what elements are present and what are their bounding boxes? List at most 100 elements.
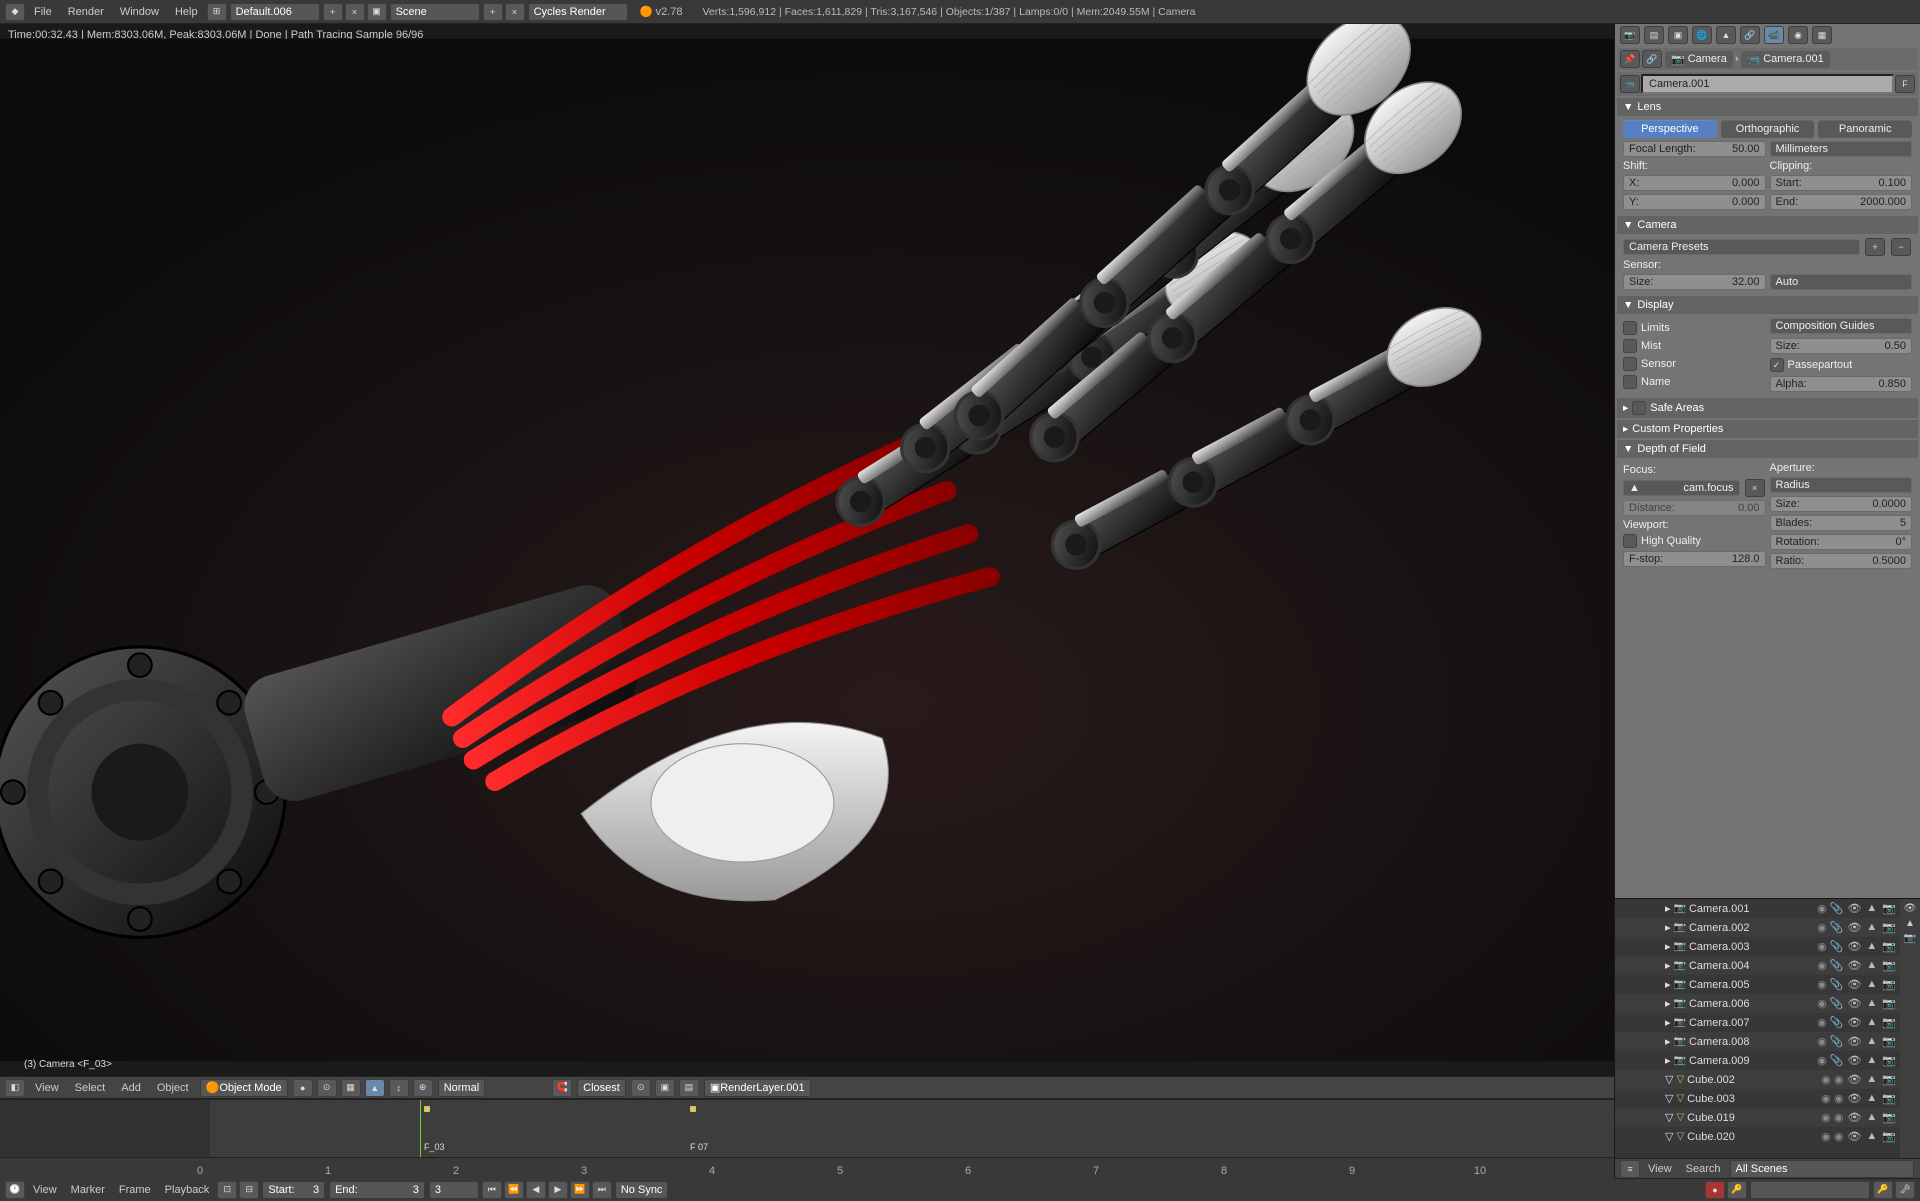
lens-panoramic-btn[interactable]: Panoramic: [1818, 120, 1912, 138]
keying-set-icon[interactable]: 🔑: [1727, 1181, 1747, 1199]
focus-distance-field[interactable]: Distance:0.00: [1623, 500, 1766, 516]
outliner-item[interactable]: ▽▽Cube.019◉ ◉👁▲📷: [1615, 1108, 1900, 1127]
passepartout-checkbox[interactable]: ✓: [1770, 358, 1784, 372]
screen-selector[interactable]: Default.006: [230, 3, 320, 21]
prop-tab-render[interactable]: 📷: [1620, 26, 1640, 44]
menu-window[interactable]: Window: [112, 0, 167, 24]
scene-selector[interactable]: Scene: [390, 3, 480, 21]
play-icon[interactable]: ▶: [548, 1181, 568, 1199]
breadcrumb-object[interactable]: 📷 Camera: [1665, 51, 1733, 68]
restrict-render-icon[interactable]: 📷: [1904, 933, 1916, 944]
panel-dof-title[interactable]: ▼ Depth of Field: [1617, 440, 1918, 458]
outliner-item[interactable]: ▸📷Camera.006◉ 📎👁▲📷: [1615, 994, 1900, 1013]
key-delete-icon[interactable]: 🗝: [1895, 1181, 1915, 1199]
keying-set-selector[interactable]: [1750, 1181, 1870, 1199]
clip-end-field[interactable]: End:2000.000: [1770, 194, 1913, 210]
jump-next-icon[interactable]: ⏩: [570, 1181, 590, 1199]
outliner-item[interactable]: ▸📷Camera.005◉ 📎👁▲📷: [1615, 975, 1900, 994]
prop-tab-texture[interactable]: ▦: [1812, 26, 1832, 44]
tl-menu-marker[interactable]: Marker: [64, 1179, 112, 1201]
screen-del-icon[interactable]: ×: [345, 3, 365, 21]
view3d-menu-object[interactable]: Object: [150, 1077, 196, 1099]
outliner-item[interactable]: ▸📷Camera.002◉ 📎👁▲📷: [1615, 918, 1900, 937]
timeline-ruler[interactable]: 012345678910: [0, 1157, 1614, 1179]
focus-object-field[interactable]: ▲ cam.focus: [1623, 480, 1740, 496]
orientation-icon[interactable]: ⊕: [413, 1079, 433, 1097]
name-checkbox[interactable]: [1623, 375, 1637, 389]
pivot-icon[interactable]: ⊙: [317, 1079, 337, 1097]
prop-tab-layers[interactable]: ▤: [1644, 26, 1664, 44]
limits-checkbox[interactable]: [1623, 321, 1637, 335]
panel-camera-title[interactable]: ▼ Camera: [1617, 216, 1918, 234]
tl-menu-playback[interactable]: Playback: [158, 1179, 217, 1201]
snap-target-icon[interactable]: ⊙: [631, 1079, 651, 1097]
frame-start-field[interactable]: Start: 3: [262, 1181, 325, 1199]
current-frame-field[interactable]: 3: [429, 1181, 479, 1199]
focal-unit-selector[interactable]: Millimeters: [1770, 141, 1913, 157]
screen-browse-icon[interactable]: ⊞: [207, 3, 227, 21]
pin-icon[interactable]: 📌: [1620, 50, 1640, 68]
tl-range-icon2[interactable]: ⊟: [239, 1181, 259, 1199]
context-icon[interactable]: 🔗: [1642, 50, 1662, 68]
shift-x-field[interactable]: X:0.000: [1623, 175, 1766, 191]
render-box-icon[interactable]: ▣: [655, 1079, 675, 1097]
lens-perspective-btn[interactable]: Perspective: [1623, 120, 1717, 138]
rotation-field[interactable]: Rotation:0°: [1770, 534, 1913, 550]
translate-icon[interactable]: ↕: [389, 1079, 409, 1097]
panel-safe-areas-title[interactable]: ▸ Safe Areas: [1617, 398, 1918, 418]
mist-checkbox[interactable]: [1623, 339, 1637, 353]
outliner-item[interactable]: ▸📷Camera.001◉ 📎👁▲📷: [1615, 899, 1900, 918]
outliner-item[interactable]: ▸📷Camera.008◉ 📎👁▲📷: [1615, 1032, 1900, 1051]
prop-tab-material[interactable]: ◉: [1788, 26, 1808, 44]
outliner-type-icon[interactable]: ≡: [1620, 1160, 1640, 1178]
fstop-field[interactable]: F-stop:128.0: [1623, 551, 1766, 567]
clip-start-field[interactable]: Start:0.100: [1770, 175, 1913, 191]
preset-add-icon[interactable]: +: [1865, 238, 1885, 256]
tl-menu-frame[interactable]: Frame: [112, 1179, 158, 1201]
timeline-track[interactable]: F_03 F 07: [0, 1099, 1614, 1157]
blender-icon[interactable]: ◆: [5, 3, 25, 21]
prop-tab-data[interactable]: 📹: [1764, 26, 1784, 44]
snap-selector[interactable]: Closest: [577, 1079, 626, 1097]
snap-magnet-icon[interactable]: 🧲: [552, 1079, 572, 1097]
menu-file[interactable]: File: [26, 0, 60, 24]
view3d-menu-select[interactable]: Select: [68, 1077, 113, 1099]
engine-selector[interactable]: Cycles Render: [528, 3, 628, 21]
keyframe-marker-2[interactable]: F 07: [690, 1100, 708, 1157]
restrict-select-icon[interactable]: ▲: [1905, 918, 1915, 929]
outliner-item[interactable]: ▸📷Camera.007◉ 📎👁▲📷: [1615, 1013, 1900, 1032]
scene-add-icon[interactable]: +: [483, 3, 503, 21]
shading-normal[interactable]: Normal: [438, 1079, 485, 1097]
comp-guides-selector[interactable]: Composition Guides: [1770, 318, 1913, 334]
menu-render[interactable]: Render: [60, 0, 112, 24]
play-reverse-icon[interactable]: ◀: [526, 1181, 546, 1199]
tl-menu-view[interactable]: View: [26, 1179, 64, 1201]
renderlayer-selector[interactable]: ▣ RenderLayer.001: [704, 1079, 811, 1097]
manipulator-icon[interactable]: ▲: [365, 1079, 385, 1097]
blades-field[interactable]: Blades:5: [1770, 515, 1913, 531]
timeline-type-icon[interactable]: 🕐: [5, 1181, 25, 1199]
view3d-menu-add[interactable]: Add: [114, 1077, 148, 1099]
shade-solid-icon[interactable]: ●: [293, 1079, 313, 1097]
outliner-item[interactable]: ▸📷Camera.009◉ 📎👁▲📷: [1615, 1051, 1900, 1070]
frame-end-field[interactable]: End: 3: [329, 1181, 425, 1199]
shift-y-field[interactable]: Y:0.000: [1623, 194, 1766, 210]
jump-end-icon[interactable]: ⏭: [592, 1181, 612, 1199]
outliner-item[interactable]: ▸📷Camera.003◉ 📎👁▲📷: [1615, 937, 1900, 956]
alpha-field[interactable]: Alpha:0.850: [1770, 376, 1913, 392]
mode-selector[interactable]: 🟠 Object Mode: [200, 1079, 288, 1097]
camera-presets[interactable]: Camera Presets: [1623, 239, 1860, 255]
3d-viewport[interactable]: Time:00:32.43 | Mem:8303.06M, Peak:8303.…: [0, 24, 1614, 1076]
menu-help[interactable]: Help: [167, 0, 206, 24]
preset-remove-icon[interactable]: −: [1891, 238, 1911, 256]
sensor-auto-selector[interactable]: Auto: [1770, 274, 1913, 290]
key-insert-icon[interactable]: 🔑: [1873, 1181, 1893, 1199]
editor-type-icon[interactable]: ◧: [5, 1079, 25, 1097]
playhead[interactable]: [420, 1100, 421, 1158]
view3d-menu-view[interactable]: View: [28, 1077, 66, 1099]
datablock-icon[interactable]: 📹: [1620, 75, 1640, 93]
sync-selector[interactable]: No Sync: [615, 1181, 669, 1199]
display-size-field[interactable]: Size:0.50: [1770, 338, 1913, 354]
focal-length-field[interactable]: Focal Length:50.00: [1623, 141, 1766, 157]
lens-orthographic-btn[interactable]: Orthographic: [1721, 120, 1815, 138]
